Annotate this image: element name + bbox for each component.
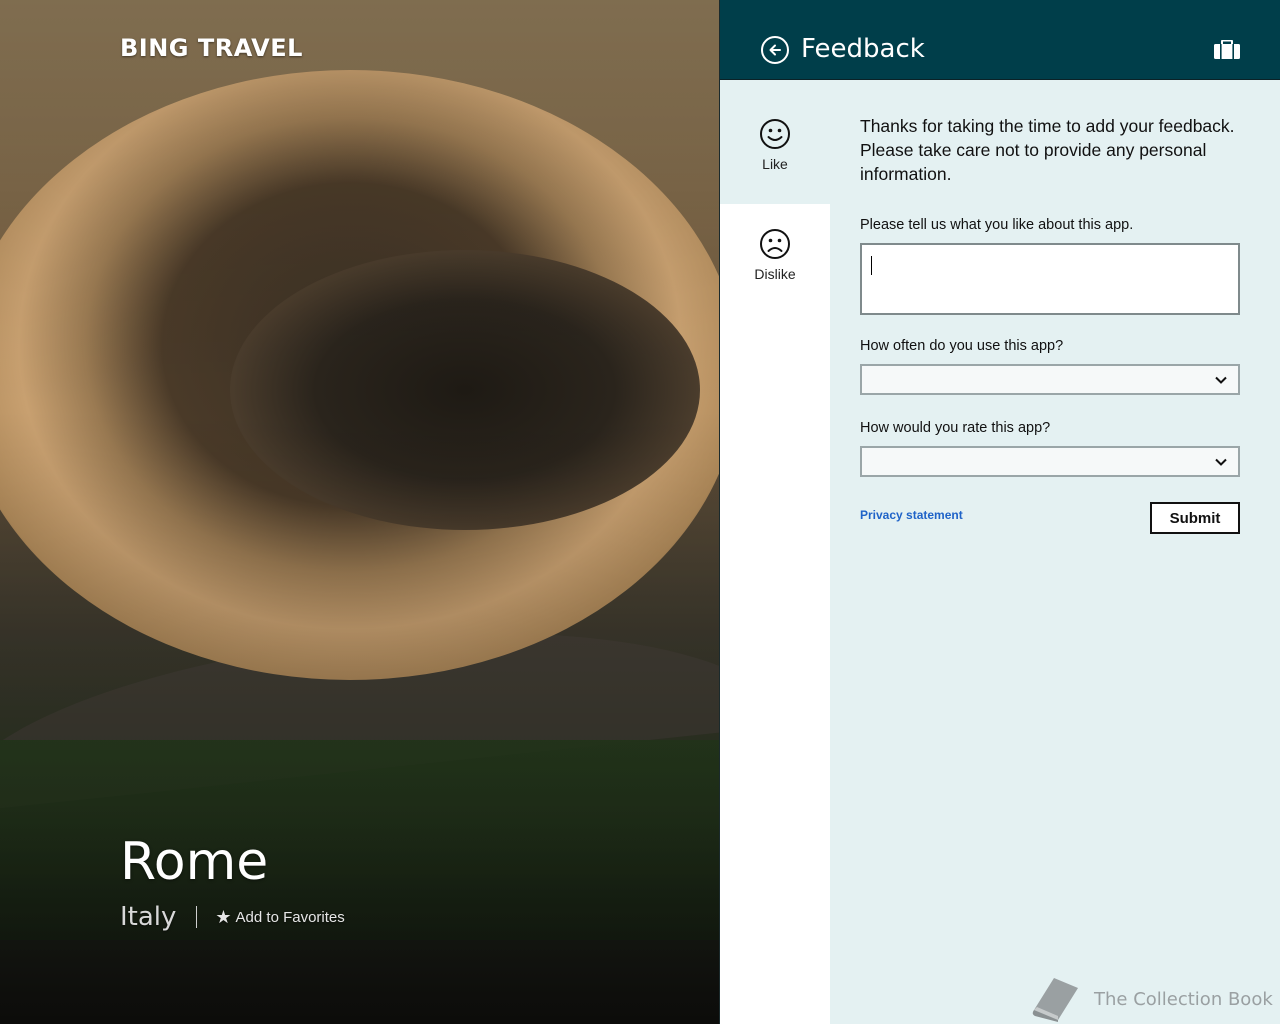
- country-label: Italy: [120, 902, 177, 932]
- watermark: The Collection Book: [1028, 976, 1273, 1022]
- flyout-header: Feedback: [720, 0, 1280, 80]
- book-icon: [1032, 978, 1078, 1022]
- intro-text: Thanks for taking the time to add your f…: [860, 116, 1235, 184]
- feedback-form: Thanks for taking the time to add your f…: [860, 114, 1242, 536]
- star-icon: ★: [215, 906, 232, 927]
- form-actions: Privacy statement Submit: [860, 502, 1242, 536]
- tab-dislike-label: Dislike: [754, 266, 796, 282]
- add-to-favorites-label: Add to Favorites: [235, 908, 345, 926]
- hero-shade: [0, 0, 719, 1024]
- destination-subtitle: Italy ★ Add to Favorites: [120, 902, 345, 932]
- rating-question-label: How would you rate this app?: [860, 420, 1051, 436]
- flyout-title: Feedback: [801, 34, 925, 64]
- frequency-select[interactable]: [860, 364, 1240, 395]
- tab-like[interactable]: Like: [720, 94, 830, 204]
- tab-like-label: Like: [762, 156, 788, 172]
- add-to-favorites-button[interactable]: ★ Add to Favorites: [215, 907, 344, 928]
- text-caret: [871, 256, 872, 275]
- hero-image: [0, 0, 719, 1024]
- frown-icon: [760, 229, 790, 259]
- city-title: Rome: [120, 832, 269, 892]
- briefcase-icon: [1214, 40, 1240, 59]
- smile-icon: [760, 119, 790, 149]
- app-brand: BING TRAVEL: [120, 34, 303, 62]
- watermark-text: The Collection Book: [1094, 988, 1273, 1010]
- privacy-statement-link[interactable]: Privacy statement: [860, 508, 963, 522]
- like-question-label: Please tell us what you like about this …: [860, 217, 1134, 233]
- tab-strip: [720, 80, 830, 94]
- rating-select[interactable]: [860, 446, 1240, 477]
- back-arrow-icon: [769, 44, 781, 56]
- chevron-down-icon: [1215, 458, 1227, 466]
- like-textarea[interactable]: [860, 243, 1240, 315]
- back-button[interactable]: [761, 36, 789, 64]
- submit-button[interactable]: Submit: [1150, 502, 1240, 534]
- feedback-flyout: Feedback Like Dislike Thanks for taking …: [719, 0, 1280, 1024]
- chevron-down-icon: [1215, 376, 1227, 384]
- tab-dislike[interactable]: Dislike: [720, 204, 830, 314]
- divider: [196, 906, 198, 928]
- frequency-question-label: How often do you use this app?: [860, 338, 1064, 354]
- sentiment-tabs: Like Dislike: [720, 80, 830, 1024]
